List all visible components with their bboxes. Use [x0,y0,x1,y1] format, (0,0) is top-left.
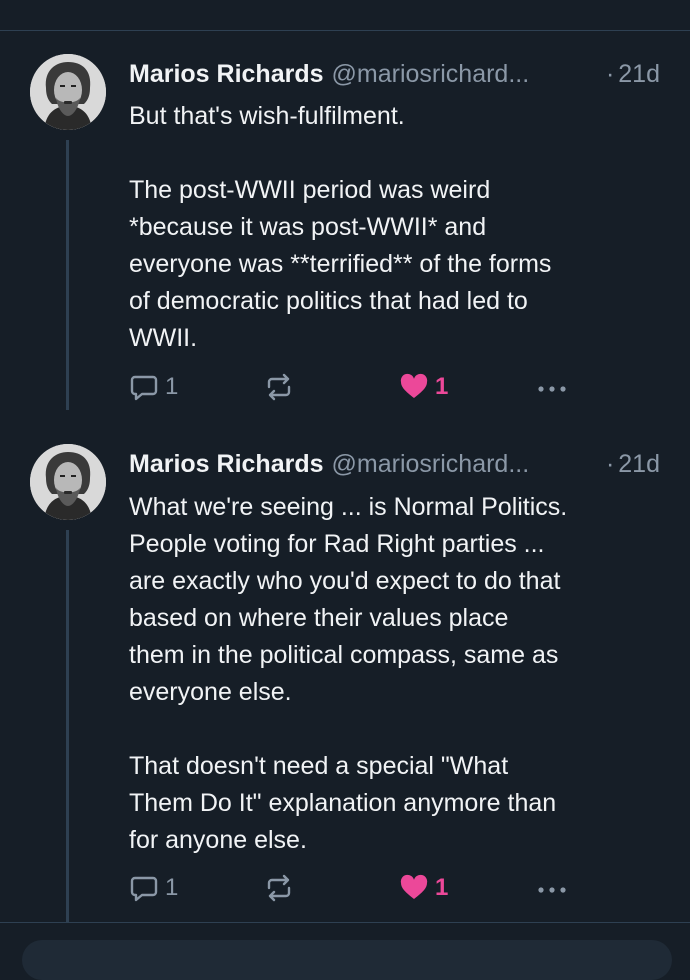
post-header: Marios Richards @mariosrichard... · 21d [129,58,660,90]
reply-count: 1 [165,373,179,400]
heart-icon [400,874,428,899]
avatar-image [30,444,106,520]
post-text: But that's wish-fulfilment. The post-WWI… [129,102,552,352]
bottom-divider [0,922,690,923]
like-count: 1 [435,874,449,901]
post-header: Marios Richards @mariosrichard... · 21d [129,448,660,480]
reply-icon [130,375,158,401]
thread-line [66,530,69,922]
more-icon [538,887,566,893]
reply-button[interactable]: 1 [129,369,178,405]
post-actions: 1 1 [129,870,579,906]
post-actions: 1 1 [129,369,579,405]
author-handle[interactable]: @mariosrichard... [332,58,588,90]
repost-button[interactable] [263,369,295,405]
post-time[interactable]: 21d [618,448,660,480]
repost-icon [267,874,291,902]
like-count: 1 [435,373,449,400]
reply-icon [130,876,158,902]
avatar[interactable] [30,444,106,520]
avatar-image [30,54,106,130]
thread-line [66,140,69,410]
post-text: What we're seeing ... is Normal Politics… [129,493,568,854]
like-button[interactable]: 1 [399,369,448,405]
reply-count: 1 [165,874,179,901]
reply-button[interactable]: 1 [129,870,178,906]
separator-dot: · [605,450,615,478]
heart-icon [400,373,428,398]
like-button[interactable]: 1 [399,870,448,906]
more-icon [538,386,566,392]
avatar[interactable] [30,54,106,130]
more-options-button[interactable] [535,369,569,405]
author-name[interactable]: Marios Richards [129,58,324,90]
repost-button[interactable] [263,870,295,906]
more-options-button[interactable] [535,870,569,906]
composer-bar[interactable] [22,940,672,980]
post-time[interactable]: 21d [618,58,660,90]
author-handle[interactable]: @mariosrichard... [332,448,588,480]
author-name[interactable]: Marios Richards [129,448,324,480]
repost-icon [267,373,291,401]
top-divider [0,30,690,31]
separator-dot: · [605,60,615,88]
